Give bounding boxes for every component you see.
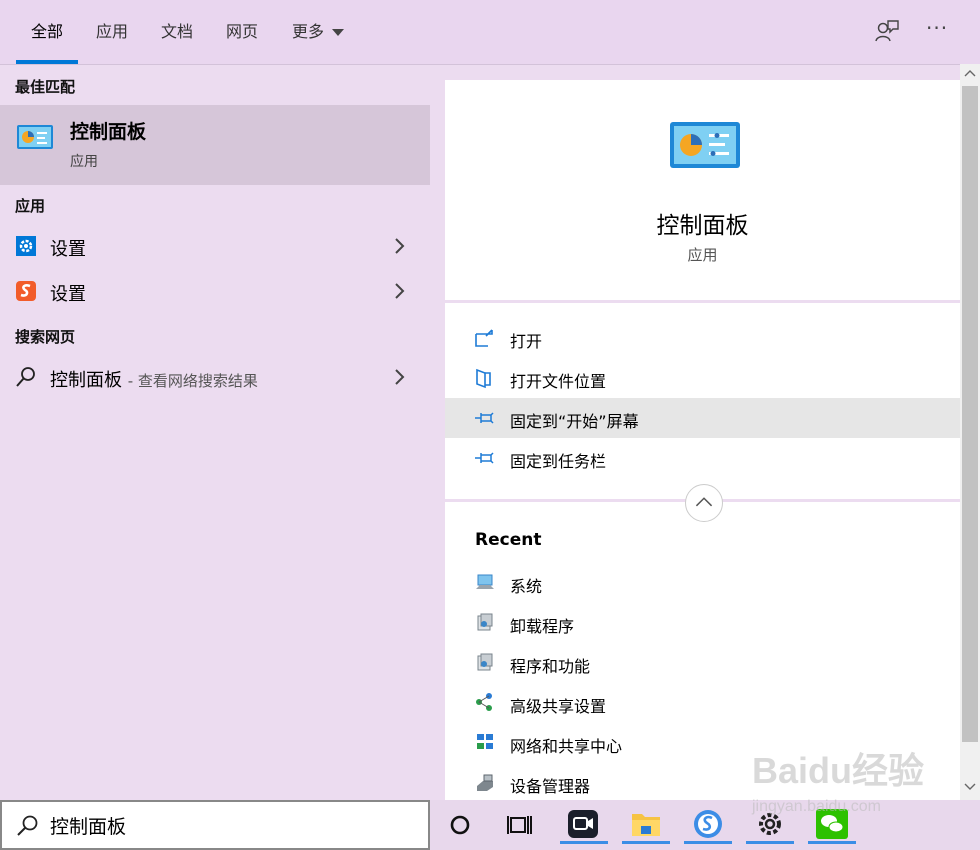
scroll-up-arrow-icon[interactable] — [964, 68, 976, 78]
search-icon — [17, 815, 38, 836]
pin-icon — [475, 412, 494, 424]
taskbar-app-wechat[interactable] — [808, 806, 856, 844]
taskbar — [430, 800, 980, 850]
video-camera-icon — [568, 810, 598, 838]
action-label: 固定到任务栏 — [510, 452, 607, 471]
sogou-browser-icon — [694, 810, 722, 838]
preview-title: 控制面板 — [656, 213, 749, 239]
running-indicator — [560, 841, 608, 844]
settings-gear-icon — [16, 236, 36, 256]
collapse-chevron-up-icon[interactable] — [685, 484, 723, 522]
running-indicator — [808, 841, 856, 844]
programs-icon — [477, 653, 493, 671]
action-pin-to-start[interactable]: 固定到“开始”屏幕 — [445, 398, 960, 438]
cortana-icon[interactable] — [440, 806, 480, 844]
taskbar-app-video[interactable] — [560, 806, 608, 844]
settings-gear-icon — [759, 813, 781, 835]
tab-more-label: 更多 — [292, 22, 325, 41]
running-indicator — [746, 841, 794, 844]
actions-card: 打开 打开文件位置 固定到“开始”屏幕 固定到任务栏 — [445, 303, 960, 499]
recent-item-programs-features[interactable]: 程序和功能 — [445, 643, 960, 683]
task-view-icon[interactable] — [500, 806, 540, 844]
action-open[interactable]: 打开 — [445, 318, 960, 358]
recent-item-label: 卸载程序 — [510, 617, 575, 636]
preview-type: 应用 — [687, 246, 718, 264]
search-icon — [16, 367, 35, 387]
tab-web[interactable]: 网页 — [226, 20, 258, 44]
app-result-label: 设置 — [50, 239, 86, 260]
recent-item-label: 网络和共享中心 — [510, 737, 623, 756]
best-match-heading: 最佳匹配 — [15, 78, 76, 96]
running-indicator — [684, 841, 732, 844]
wechat-icon — [816, 809, 848, 839]
recent-heading: Recent — [475, 530, 542, 550]
folder-icon — [632, 814, 660, 836]
action-pin-to-taskbar[interactable]: 固定到任务栏 — [445, 438, 960, 478]
tab-more[interactable]: 更多 — [292, 20, 345, 44]
apps-heading: 应用 — [15, 197, 46, 215]
pin-icon — [475, 452, 494, 464]
search-query-text: 控制面板 — [50, 816, 127, 838]
network-center-icon — [477, 734, 493, 749]
recent-item-label: 高级共享设置 — [510, 697, 607, 716]
best-match-title: 控制面板 — [70, 121, 147, 143]
app-result-sogou-settings[interactable]: 设置 — [0, 270, 430, 314]
chevron-right-icon[interactable] — [392, 237, 406, 255]
recent-item-system[interactable]: 系统 — [445, 563, 960, 603]
chevron-right-icon[interactable] — [392, 368, 406, 386]
tab-documents[interactable]: 文档 — [161, 20, 193, 44]
scrollbar-thumb[interactable] — [962, 86, 978, 742]
tab-all[interactable]: 全部 — [31, 20, 63, 44]
preview-scrollbar[interactable] — [960, 64, 980, 800]
device-manager-icon — [477, 774, 493, 791]
active-tab-indicator — [16, 60, 78, 64]
sogou-settings-icon — [16, 281, 36, 301]
control-panel-icon — [17, 125, 53, 149]
web-search-hint: - 查看网络搜索结果 — [127, 372, 258, 390]
recent-item-advanced-sharing[interactable]: 高级共享设置 — [445, 683, 960, 723]
recent-item-label: 设备管理器 — [510, 777, 591, 796]
control-panel-icon — [670, 122, 740, 168]
results-list: 最佳匹配 控制面板 应用 应用 设置 设置 搜索网页 控制面板 - 查看网络搜索… — [0, 65, 430, 800]
app-result-settings[interactable]: 设置 — [0, 225, 430, 269]
recent-item-network-center[interactable]: 网络和共享中心 — [445, 723, 960, 763]
app-result-label: 设置 — [50, 284, 86, 305]
recent-item-uninstall[interactable]: 卸载程序 — [445, 603, 960, 643]
scroll-down-arrow-icon[interactable] — [964, 782, 976, 792]
web-search-text: 控制面板 - 查看网络搜索结果 — [50, 366, 258, 392]
web-search-result[interactable]: 控制面板 - 查看网络搜索结果 — [0, 356, 430, 400]
search-input[interactable]: 控制面板 — [0, 800, 430, 850]
recent-item-label: 系统 — [510, 577, 543, 596]
chevron-down-icon — [332, 29, 345, 36]
action-label: 打开文件位置 — [510, 372, 607, 391]
taskbar-app-explorer[interactable] — [622, 806, 670, 844]
search-filter-bar: 全部 应用 文档 网页 更多 ··· — [0, 0, 980, 65]
taskbar-app-sogou-browser[interactable] — [684, 806, 732, 844]
feedback-icon[interactable] — [874, 18, 900, 44]
action-label: 固定到“开始”屏幕 — [510, 412, 639, 431]
web-search-heading: 搜索网页 — [15, 328, 76, 346]
running-indicator — [622, 841, 670, 844]
more-options-icon[interactable]: ··· — [926, 18, 954, 44]
best-match-type: 应用 — [70, 154, 98, 170]
system-icon — [476, 574, 494, 589]
open-icon — [475, 329, 493, 347]
tab-apps[interactable]: 应用 — [96, 20, 128, 44]
preview-header-card: 控制面板 应用 — [445, 80, 960, 300]
programs-icon — [477, 613, 493, 631]
recent-item-label: 程序和功能 — [510, 657, 591, 676]
action-label: 打开 — [510, 332, 543, 351]
action-open-file-location[interactable]: 打开文件位置 — [445, 358, 960, 398]
recent-item-device-manager[interactable]: 设备管理器 — [445, 763, 960, 803]
chevron-right-icon[interactable] — [392, 282, 406, 300]
recent-card: Recent 系统 卸载程序 程序和功能 高级共享设置 网络和共享中心 设备管理… — [445, 502, 960, 800]
web-search-query: 控制面板 — [50, 370, 122, 391]
best-match-result[interactable]: 控制面板 应用 — [0, 105, 430, 185]
network-share-icon — [476, 693, 492, 711]
taskbar-app-settings[interactable] — [746, 806, 794, 844]
file-location-icon — [476, 368, 491, 389]
